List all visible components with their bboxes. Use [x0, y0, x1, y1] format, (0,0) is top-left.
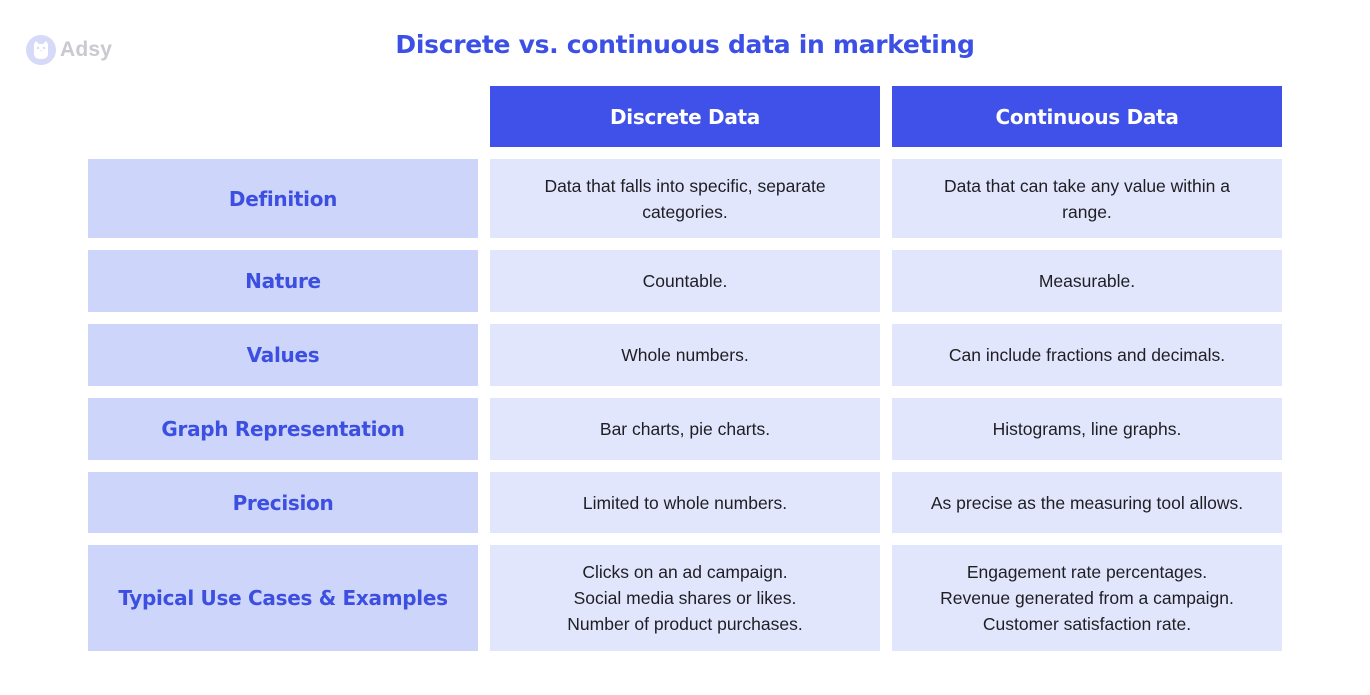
cell-values-discrete: Whole numbers. — [490, 324, 880, 386]
cell-definition-continuous: Data that can take any value within a ra… — [892, 159, 1282, 238]
cell-use-cases-continuous: Engagement rate percentages. Revenue gen… — [892, 545, 1282, 651]
cell-line: categories. — [642, 201, 728, 222]
cell-line: Revenue generated from a campaign. — [940, 588, 1234, 608]
row-label-use-cases: Typical Use Cases & Examples — [88, 545, 478, 651]
cell-line: range. — [1062, 201, 1112, 222]
cell-line: Social media shares or likes. — [573, 588, 797, 608]
cell-line: Data that falls into specific, separate — [544, 175, 826, 196]
page-title: Discrete vs. continuous data in marketin… — [395, 30, 975, 59]
cell-line: Whole numbers. — [621, 345, 749, 365]
row-label-definition: Definition — [88, 159, 478, 238]
column-header-discrete: Discrete Data — [490, 86, 880, 147]
cell-line: Customer satisfaction rate. — [982, 614, 1192, 634]
row-label-graph-representation: Graph Representation — [88, 398, 478, 460]
column-header-continuous: Continuous Data — [892, 86, 1282, 147]
cell-line: Measurable. — [1038, 271, 1136, 291]
cell-line: Can include fractions and decimals. — [948, 345, 1226, 365]
row-label-nature: Nature — [88, 250, 478, 312]
cell-line: Data that can take any value within a — [943, 175, 1230, 196]
row-label-values: Values — [88, 324, 478, 386]
cell-use-cases-discrete: Clicks on an ad campaign. Social media s… — [490, 545, 880, 651]
cell-line: Histograms, line graphs. — [992, 419, 1182, 439]
cell-definition-discrete: Data that falls into specific, separate … — [490, 159, 880, 238]
cell-line: Engagement rate percentages. — [966, 562, 1208, 582]
cell-precision-continuous: As precise as the measuring tool allows. — [892, 472, 1282, 533]
cell-line: Clicks on an ad campaign. — [582, 562, 788, 582]
cell-line: Bar charts, pie charts. — [599, 419, 771, 439]
cell-nature-continuous: Measurable. — [892, 250, 1282, 312]
cell-graph-continuous: Histograms, line graphs. — [892, 398, 1282, 460]
cell-line: As precise as the measuring tool allows. — [930, 492, 1244, 513]
cell-line: Number of product purchases. — [567, 614, 803, 634]
cell-values-continuous: Can include fractions and decimals. — [892, 324, 1282, 386]
row-label-precision: Precision — [88, 472, 478, 533]
cell-graph-discrete: Bar charts, pie charts. — [490, 398, 880, 460]
cell-line: Limited to whole numbers. — [582, 492, 788, 513]
cell-precision-discrete: Limited to whole numbers. — [490, 472, 880, 533]
cell-line: Countable. — [642, 271, 728, 291]
cell-nature-discrete: Countable. — [490, 250, 880, 312]
